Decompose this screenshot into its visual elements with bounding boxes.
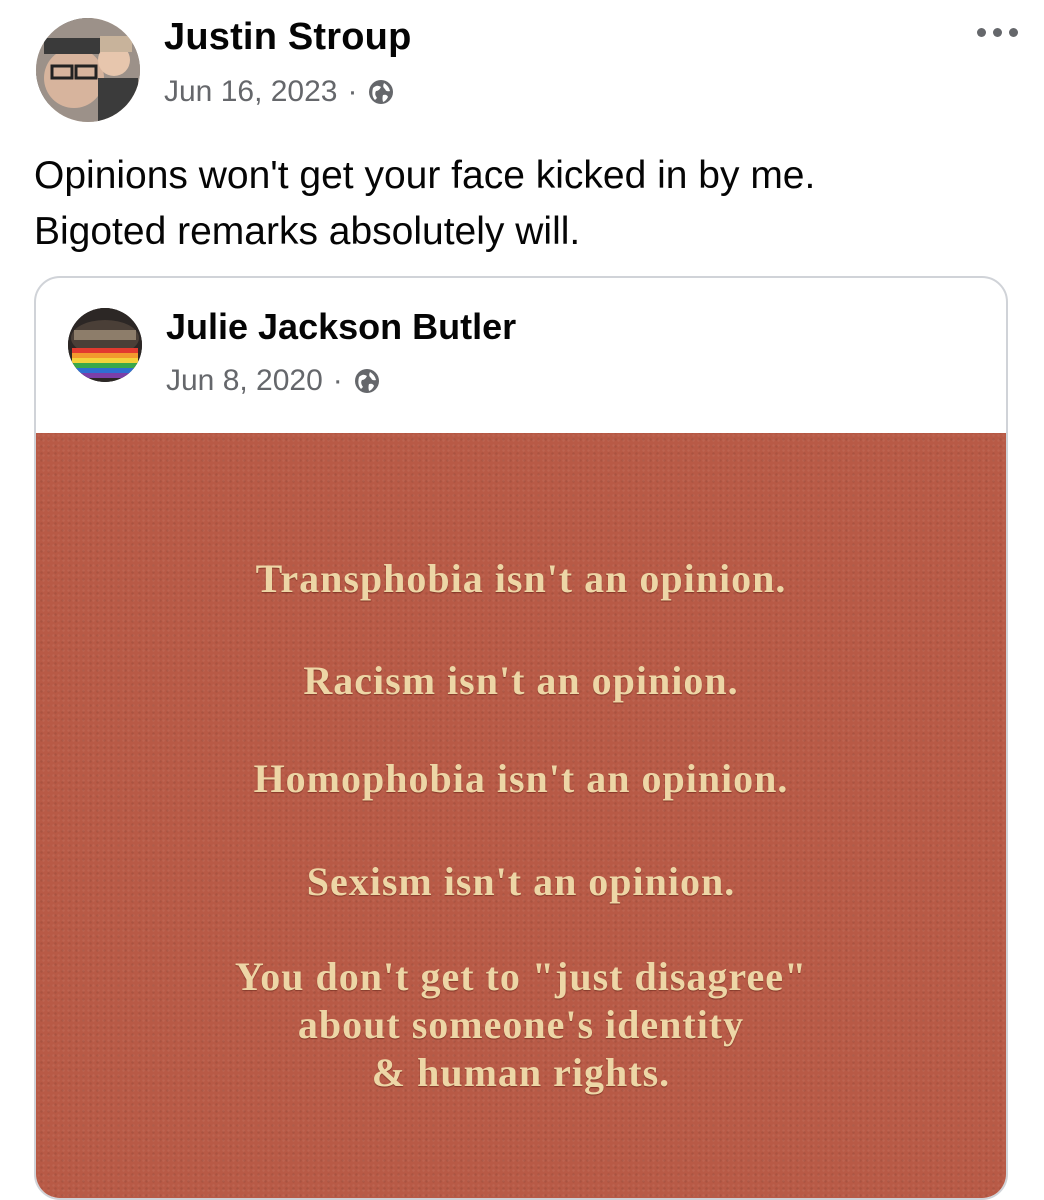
meta-separator: · [332, 364, 343, 397]
image-text-line: Homophobia isn't an opinion. [253, 756, 789, 801]
image-text-line: & human rights. [371, 1050, 671, 1095]
post-meta: Jun 16, 2023 · [164, 75, 395, 109]
image-text-line: about someone's identity [297, 1002, 745, 1047]
globe-icon [354, 369, 379, 393]
post-text-line: Bigoted remarks absolutely will. [34, 210, 581, 253]
meta-separator: · [347, 75, 358, 108]
shared-author-name[interactable]: Julie Jackson Butler [166, 306, 516, 348]
shared-post-header: Julie Jackson Butler Jun 8, 2020 · [36, 278, 1006, 433]
author-avatar[interactable] [36, 18, 140, 122]
post-header: Justin Stroup Jun 16, 2023 · [0, 0, 1044, 130]
author-name[interactable]: Justin Stroup [164, 16, 412, 59]
shared-post-date[interactable]: Jun 8, 2020 [166, 364, 323, 398]
image-text-line: Racism isn't an opinion. [303, 658, 739, 703]
post-text-line: Opinions won't get your face kicked in b… [34, 154, 816, 197]
post-text: Opinions won't get your face kicked in b… [34, 148, 1014, 260]
shared-post-card[interactable]: Julie Jackson Butler Jun 8, 2020 · Trans… [34, 276, 1008, 1200]
dot [1009, 28, 1018, 37]
shared-author-avatar[interactable] [68, 308, 142, 382]
shared-post-image[interactable]: Transphobia isn't an opinion. Racism isn… [36, 433, 1006, 1198]
image-text-line: Sexism isn't an opinion. [306, 859, 736, 904]
post-date[interactable]: Jun 16, 2023 [164, 75, 337, 109]
more-options-icon[interactable] [977, 28, 1018, 37]
image-text-line: You don't get to "just disagree" [234, 954, 808, 999]
image-text-block: You don't get to "just disagree" about s… [36, 953, 1006, 1097]
globe-icon [369, 80, 394, 104]
shared-post-meta: Jun 8, 2020 · [166, 364, 381, 398]
dot [977, 28, 986, 37]
image-text-line: Transphobia isn't an opinion. [255, 556, 787, 601]
dot [993, 28, 1002, 37]
